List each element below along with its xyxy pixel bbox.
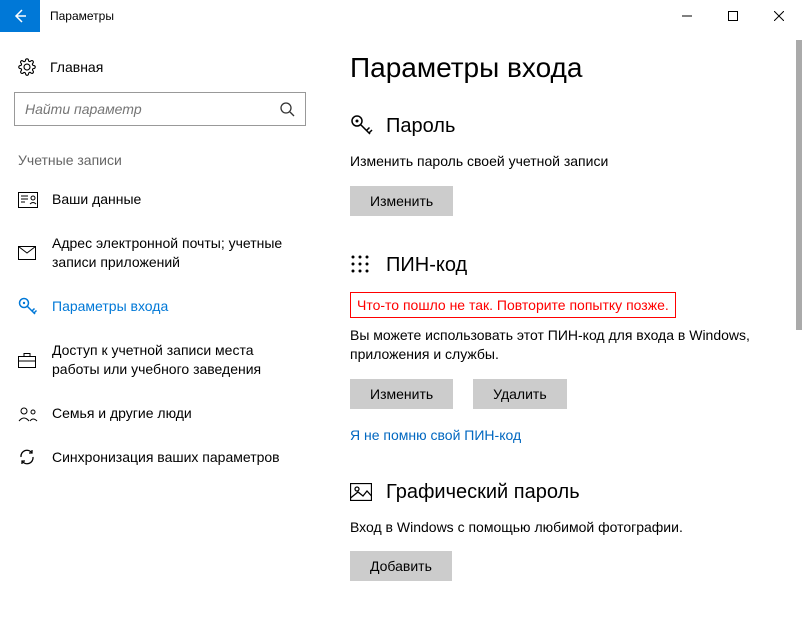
section-title: Пароль [386, 115, 455, 138]
password-section: Пароль Изменить пароль своей учетной зап… [350, 114, 762, 216]
sidebar-item-family[interactable]: Семья и другие люди [14, 392, 306, 436]
keypad-icon [350, 254, 374, 278]
picture-desc: Вход в Windows с помощью любимой фотогра… [350, 518, 762, 538]
sidebar-category: Учетные записи [14, 152, 306, 178]
sidebar-item-signin-options[interactable]: Параметры входа [14, 285, 306, 329]
search-input[interactable] [25, 101, 279, 117]
search-box[interactable] [14, 92, 306, 126]
section-title: ПИН-код [386, 254, 467, 277]
people-icon [18, 406, 38, 422]
picture-password-section: Графический пароль Вход в Windows с помо… [350, 481, 762, 582]
pin-delete-button[interactable]: Удалить [473, 379, 566, 409]
search-icon [279, 101, 295, 117]
pin-change-button[interactable]: Изменить [350, 379, 453, 409]
sidebar-item-label: Семья и другие люди [52, 404, 302, 424]
id-card-icon [18, 192, 38, 208]
briefcase-icon [18, 352, 38, 368]
pin-desc: Вы можете использовать этот ПИН-код для … [350, 326, 762, 365]
mail-icon [18, 246, 38, 260]
sidebar-home-label: Главная [50, 59, 103, 75]
picture-icon [350, 483, 374, 501]
sidebar-item-your-info[interactable]: Ваши данные [14, 178, 306, 222]
sidebar-item-label: Доступ к учетной записи места работы или… [52, 341, 302, 380]
main-panel: Параметры входа Пароль Изменить пароль с… [320, 32, 802, 638]
sidebar-item-work-school[interactable]: Доступ к учетной записи места работы или… [14, 329, 306, 392]
sync-icon [18, 448, 38, 466]
pin-forgot-link[interactable]: Я не помню свой ПИН-код [350, 427, 521, 443]
password-desc: Изменить пароль своей учетной записи [350, 152, 762, 172]
key-icon [350, 114, 374, 138]
pin-section: ПИН-код Что-то пошло не так. Повторите п… [350, 254, 762, 443]
scrollbar[interactable] [796, 40, 802, 330]
sidebar-item-email-accounts[interactable]: Адрес электронной почты; учетные записи … [14, 222, 306, 285]
maximize-button[interactable] [710, 0, 756, 32]
window-controls [664, 0, 802, 32]
sidebar-home[interactable]: Главная [14, 52, 306, 92]
window-title: Параметры [40, 0, 664, 32]
minimize-button[interactable] [664, 0, 710, 32]
sidebar-item-label: Параметры входа [52, 297, 302, 317]
section-title: Графический пароль [386, 481, 580, 504]
password-change-button[interactable]: Изменить [350, 186, 453, 216]
sidebar-item-label: Синхронизация ваших параметров [52, 448, 302, 468]
key-icon [18, 297, 38, 317]
pin-error-message: Что-то пошло не так. Повторите попытку п… [350, 292, 676, 318]
sidebar-item-label: Адрес электронной почты; учетные записи … [52, 234, 302, 273]
sidebar-item-label: Ваши данные [52, 190, 302, 210]
picture-add-button[interactable]: Добавить [350, 551, 452, 581]
arrow-left-icon [12, 8, 28, 24]
sidebar-item-sync[interactable]: Синхронизация ваших параметров [14, 436, 306, 480]
back-button[interactable] [0, 0, 40, 32]
page-heading: Параметры входа [350, 52, 762, 84]
gear-icon [18, 58, 36, 76]
sidebar: Главная Учетные записи Ваши данные Адрес… [0, 32, 320, 638]
close-button[interactable] [756, 0, 802, 32]
titlebar: Параметры [0, 0, 802, 32]
